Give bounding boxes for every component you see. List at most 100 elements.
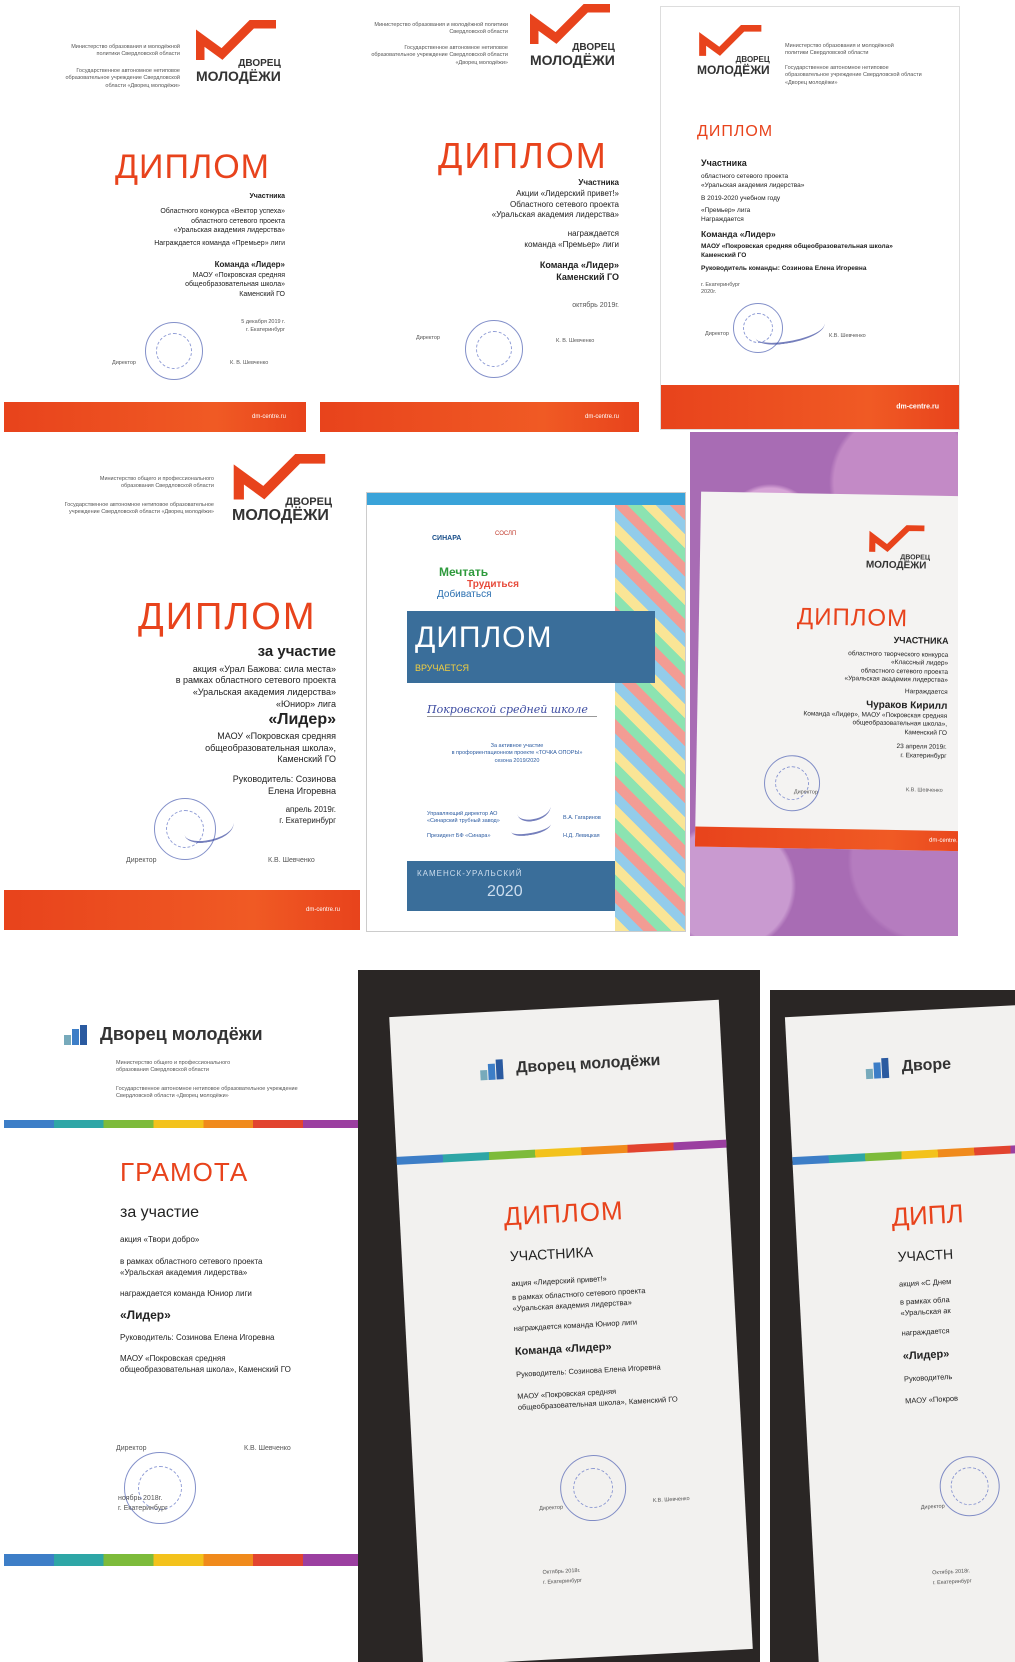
line: общеобразовательная школа», Каменский ГО <box>120 1365 291 1375</box>
diploma-paper: ДВОРЕЦ МОЛОДЁЖИ ДИПЛОМ УЧАСТНИКА областн… <box>694 491 958 852</box>
motto-3: Добиваться <box>437 589 492 600</box>
dm-wide-logo: Дворец молодёжи <box>64 1024 263 1045</box>
building-icon <box>865 1057 896 1080</box>
line: награждается команда Юниор лиги <box>120 1288 252 1298</box>
site-url: dm-centre.ru <box>896 403 939 411</box>
ministry-text: Министерство образования и молодёжной по… <box>71 44 180 58</box>
ministry-text: Министерство общего и профессионального … <box>116 1060 231 1074</box>
line: в рамках областного сетевого проекта <box>175 675 336 686</box>
org-text: Государственное автономное нетиповое обр… <box>64 502 214 516</box>
sponsor-logo: СИНАРА <box>432 535 462 542</box>
line: В 2019-2020 учебном году <box>701 194 781 202</box>
line: МАОУ «Покров <box>904 1394 959 1406</box>
line: Награждается <box>701 216 744 224</box>
line: областного сетевого проекта <box>191 217 285 225</box>
sponsor-logo: СОСЛП <box>495 531 517 537</box>
site-url: dm-centre.ru <box>305 907 340 913</box>
line: Участника <box>578 178 619 187</box>
diploma-title: ДИПЛОМ <box>796 603 909 633</box>
rainbow-strip <box>396 1139 727 1165</box>
footer-band: КАМЕНСК-УРАЛЬСКИЙ 2020 <box>407 861 615 911</box>
rainbow-strip <box>4 1554 360 1566</box>
logo-line2: МОЛОДЁЖИ <box>196 68 281 84</box>
stamp-icon <box>145 322 203 380</box>
diploma-paper: Дворец молодёжи ДИПЛОМ УЧАСТНИКА акция «… <box>389 999 753 1662</box>
building-icon <box>64 1024 94 1045</box>
line: Каменский ГО <box>277 754 336 765</box>
pattern-decor <box>615 493 685 931</box>
diploma-title: ДИПЛОМ <box>438 135 608 176</box>
line: «Уральская академия лидерства» <box>120 1267 248 1277</box>
footer-bar: dm-centre.ru <box>694 826 958 852</box>
diploma-title: ДИПЛОМ <box>138 596 317 638</box>
ministry-text: Министерство общего и профессионального … <box>99 476 214 490</box>
org-text: Государственное автономное нетиповое обр… <box>371 45 508 66</box>
line: «Премьер» лига <box>701 207 751 215</box>
director-label: Директор <box>116 1445 147 1452</box>
dm-wide-logo: Дворец молодёжи <box>480 1051 661 1081</box>
director-label: Директор <box>539 1504 564 1512</box>
line: УЧАСТНИКА <box>509 1243 594 1265</box>
diploma-ural-bazhova: Министерство общего и профессионального … <box>4 446 360 930</box>
line: в профориентационном проекте «ТОЧКА ОПОР… <box>451 750 583 757</box>
logo-mark-icon <box>869 524 925 553</box>
director-label: Директор <box>126 857 157 864</box>
logo-text: Дворец молодёжи <box>515 1051 661 1077</box>
leader-line: Руководитель: Созинова <box>232 774 336 785</box>
signer-title: Президент БФ «Синара» <box>427 833 491 839</box>
line: за участие <box>257 643 336 660</box>
line: акция «Урал Бажова: сила места» <box>192 663 336 674</box>
diploma-paper: Дворе ДИПЛ УЧАСТН акция «С Днем в рамках… <box>784 1003 1015 1662</box>
line: Награждается команда «Премьер» лиги <box>154 239 285 247</box>
logo-line2: МОЛОДЁЖИ <box>232 507 329 524</box>
stamp-icon <box>558 1453 628 1523</box>
diploma-lidersky-privet: Министерство образования и молодёжной по… <box>320 0 645 432</box>
line: МАОУ «Покровская средняя общеобразовател… <box>701 243 893 251</box>
city: г. Екатеринбург <box>542 1577 583 1586</box>
gramota-tvori-dobro: Дворец молодёжи Министерство общего и пр… <box>4 1002 360 1662</box>
diploma-tochka-opory: СИНАРА СОСЛП Мечтать Трудиться Добиватьс… <box>366 492 686 932</box>
team-name: Команда «Лидер» <box>214 260 285 270</box>
line: Областного конкурса «Вектор успеха» <box>160 208 285 216</box>
line: за участие <box>120 1204 200 1221</box>
logo-text: Дворец молодёжи <box>100 1024 263 1044</box>
ministry-text: Министерство образования и молодёжной по… <box>374 22 508 36</box>
line: МАОУ «Покровская средняя <box>120 1354 226 1364</box>
line: награждается <box>567 229 619 239</box>
date: Октябрь 2018г. <box>932 1568 971 1577</box>
photo-diploma-cropped: Дворе ДИПЛ УЧАСТН акция «С Днем в рамках… <box>770 990 1015 1662</box>
dvorets-logo: ДВОРЕЦ МОЛОДЁЖИ <box>697 24 770 76</box>
line: общеобразовательная школа» <box>185 281 285 289</box>
stamp-icon <box>938 1454 1002 1518</box>
footer-bar: dm-centre.ru <box>4 890 360 930</box>
city: г. Екатеринбург <box>701 281 740 288</box>
date: ноябрь 2018г. <box>118 1495 163 1502</box>
org-text: Государственное автономное нетиповое обр… <box>785 65 922 86</box>
line: «Уральская академия лидерства» <box>491 210 619 220</box>
logo-line2: МОЛОДЁЖИ <box>530 52 615 68</box>
logo-mark-icon <box>699 24 762 56</box>
photo-diploma-churakov: ДВОРЕЦ МОЛОДЁЖИ ДИПЛОМ УЧАСТНИКА областн… <box>690 432 958 936</box>
team-name: «Лидер» <box>120 1308 171 1323</box>
team-name: Команда «Лидер» <box>514 1340 612 1358</box>
ministry-text: Министерство образования и молодёжной по… <box>785 43 894 57</box>
diploma-title: ДИПЛОМ <box>697 123 774 140</box>
stamp-icon <box>763 754 821 812</box>
leader-line: Руководитель: Созинова Елена Игоревна <box>120 1332 275 1342</box>
line: Каменский ГО <box>239 290 285 298</box>
director-label: Директор <box>112 360 136 366</box>
dm-wide-logo: Дворе <box>865 1055 952 1080</box>
leader-line: Елена Игоревна <box>267 785 336 796</box>
diploma-title: ДИПЛОМ <box>415 621 553 654</box>
city: г. Екатеринбург <box>932 1578 972 1587</box>
line: награждается команда Юниор лиги <box>513 1317 638 1334</box>
dvorets-logo: ДВОРЕЦ МОЛОДЁЖИ <box>232 453 332 524</box>
signer-title: Управляющий директор АО «Синарский трубн… <box>427 811 500 825</box>
leader-line: Руководитель команды: Созинова Елена Иго… <box>701 264 867 272</box>
diploma-vector-uspekha: Министерство образования и молодёжной по… <box>0 0 310 432</box>
motto-1: Мечтать <box>439 565 489 579</box>
line: «Уральская академия лидерства» <box>173 227 285 235</box>
diploma-title: ГРАМОТА <box>120 1157 249 1187</box>
line: в рамках областного сетевого проекта <box>120 1256 263 1266</box>
logo-text: Дворе <box>901 1055 952 1076</box>
